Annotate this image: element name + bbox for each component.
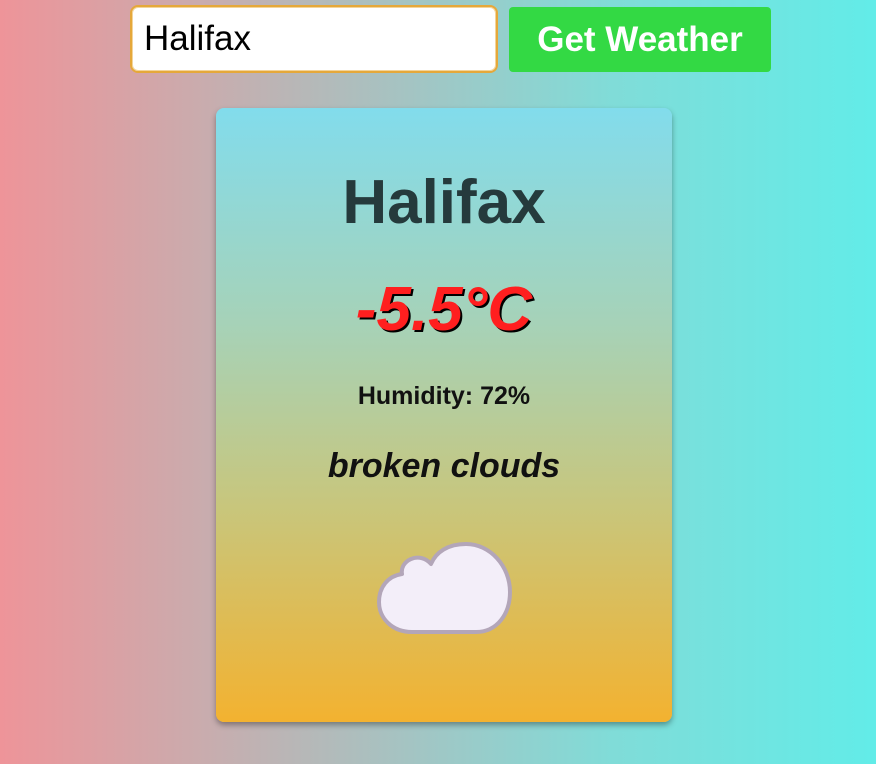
humidity: Humidity: 72% xyxy=(357,382,531,410)
weather-card: Halifax -5.5°C Humidity: 72% broken clou… xyxy=(216,108,672,722)
city-input[interactable] xyxy=(130,5,498,73)
search-bar: Get Weather xyxy=(130,5,771,73)
temperature: -5.5°C xyxy=(355,275,533,344)
city-name: Halifax xyxy=(342,168,546,237)
weather-description: broken clouds xyxy=(327,447,561,485)
get-weather-button[interactable]: Get Weather xyxy=(509,7,771,72)
cloud-icon xyxy=(377,542,512,634)
